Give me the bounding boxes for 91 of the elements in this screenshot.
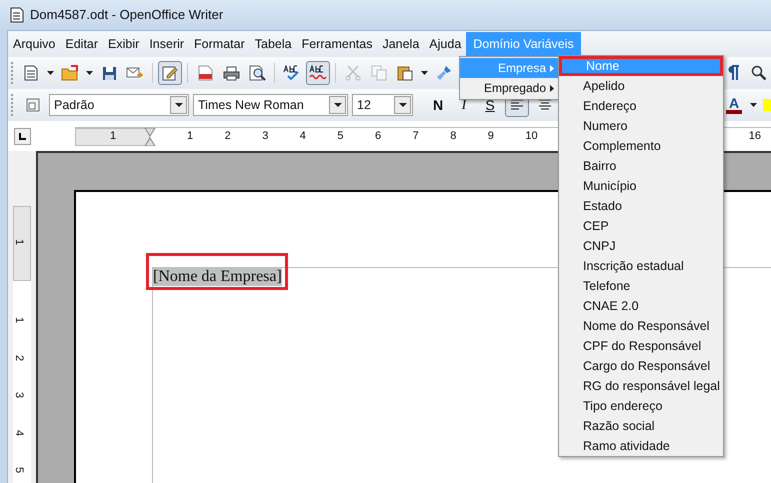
window-title: Dom4587.odt - OpenOffice Writer (30, 6, 224, 24)
ruler-number: 1 (110, 129, 116, 143)
document-icon (10, 7, 24, 23)
menu-item[interactable]: CNAE 2.0 (559, 296, 723, 316)
menu-item[interactable]: Razão social (559, 416, 723, 436)
formatting-marks-icon (726, 65, 740, 81)
ruler-number: 5 (337, 129, 344, 143)
dropdown-caret-icon[interactable] (47, 71, 54, 75)
ruler-number: 9 (488, 129, 494, 143)
menu-item[interactable]: Inscrição estadual (559, 256, 723, 276)
submenu-arrow-icon (550, 84, 554, 92)
page-preview-icon (248, 65, 266, 81)
document-text: [Nome da Empresa] (153, 267, 282, 286)
paragraph-style-field[interactable]: Padrão (49, 94, 189, 116)
save-icon (102, 66, 116, 80)
menu-item[interactable]: Editar (60, 32, 104, 56)
ruler-number: 4 (13, 430, 26, 436)
paste-icon (397, 65, 413, 81)
ruler-number: 5 (13, 467, 26, 474)
autospellcheck-icon (308, 65, 328, 81)
styles-icon (26, 98, 40, 112)
copy-icon (371, 65, 387, 81)
email-icon (126, 66, 144, 80)
font-color-button[interactable]: A (724, 93, 744, 117)
ruler-number: 1 (187, 129, 194, 143)
menu-item[interactable]: Arquivo (8, 32, 60, 56)
align-left-icon (510, 99, 524, 111)
ruler-number: 10 (525, 129, 538, 143)
font-size-field[interactable]: 12 (352, 94, 413, 116)
ruler-number: 2 (13, 354, 26, 361)
ruler-number: 1 (13, 238, 26, 246)
ruler-number: 2 (224, 129, 231, 143)
ruler-number: 6 (375, 129, 382, 143)
menu-item[interactable]: CNPJ (559, 236, 723, 256)
autospellcheck-button[interactable] (306, 61, 330, 85)
menu-item[interactable]: Exibir (103, 32, 144, 56)
left-tab-icon (19, 132, 26, 140)
tab-stop-button[interactable] (14, 128, 31, 144)
submenu-arrow-icon (550, 64, 554, 72)
ruler-number: 16 (748, 129, 761, 143)
align-center-icon (538, 99, 552, 111)
menu-item[interactable]: Telefone (559, 276, 723, 296)
export-pdf-icon (198, 65, 212, 81)
bold-button[interactable]: N (427, 93, 449, 117)
menu-label: Empresa (498, 60, 546, 77)
menu-item[interactable]: RG do responsável legal (559, 376, 723, 396)
print-icon (222, 66, 240, 80)
format-paintbrush-icon (436, 65, 452, 81)
menu-item[interactable]: Complemento (559, 136, 723, 156)
menu-item[interactable]: Ramo atividade (559, 436, 723, 456)
menu-item[interactable]: Município (559, 176, 723, 196)
menu-item[interactable]: Formatar (189, 32, 250, 56)
indent-marker-icon[interactable] (144, 128, 156, 146)
menu-item[interactable]: Ajuda (424, 32, 466, 56)
caret-icon (398, 103, 406, 107)
find-icon (751, 65, 767, 81)
dropdown-caret-icon[interactable] (86, 71, 93, 75)
menu-item[interactable]: Estado (559, 196, 723, 216)
ruler-number: 3 (262, 129, 268, 143)
dropdown-button[interactable] (170, 96, 187, 114)
menu-item[interactable]: Janela (377, 32, 424, 56)
menu-item[interactable]: Cargo do Responsável (559, 356, 723, 376)
cut-icon (345, 65, 361, 81)
menu-item[interactable]: Nome do Responsável (559, 316, 723, 336)
menu-item[interactable]: Endereço (559, 96, 723, 116)
ruler-number: 8 (450, 129, 456, 143)
ruler-number: 3 (13, 392, 26, 398)
edit-mode-button[interactable] (158, 61, 182, 85)
ruler-number: 7 (412, 129, 419, 143)
menu-item[interactable]: Numero (559, 116, 723, 136)
caret-icon (334, 103, 342, 107)
menu-item[interactable]: Tipo endereço (559, 396, 723, 416)
dropdown-caret-icon[interactable] (750, 103, 757, 107)
dropdown-caret-icon[interactable] (421, 71, 428, 75)
dropdown-button[interactable] (394, 96, 411, 114)
menu-item[interactable]: CEP (559, 216, 723, 236)
menu-item[interactable]: Ferramentas (296, 32, 378, 56)
new-document-icon (23, 65, 39, 81)
menu-item[interactable]: Bairro (559, 156, 723, 176)
menu-label: Empregado (484, 80, 546, 97)
font-name-field[interactable]: Times New Roman (193, 94, 348, 116)
menu-item[interactable]: Tabela (250, 32, 297, 56)
edit-mode-icon (162, 65, 178, 81)
caret-icon (174, 103, 182, 107)
dropdown-button[interactable] (329, 96, 346, 114)
menu-item[interactable]: Inserir (144, 32, 190, 56)
ruler-number: 1 (13, 316, 26, 324)
menu-item[interactable]: Apelido (559, 76, 723, 96)
ruler-number: 4 (300, 129, 306, 143)
menu-item[interactable]: CPF do Responsável (559, 336, 723, 356)
open-icon (61, 65, 79, 81)
